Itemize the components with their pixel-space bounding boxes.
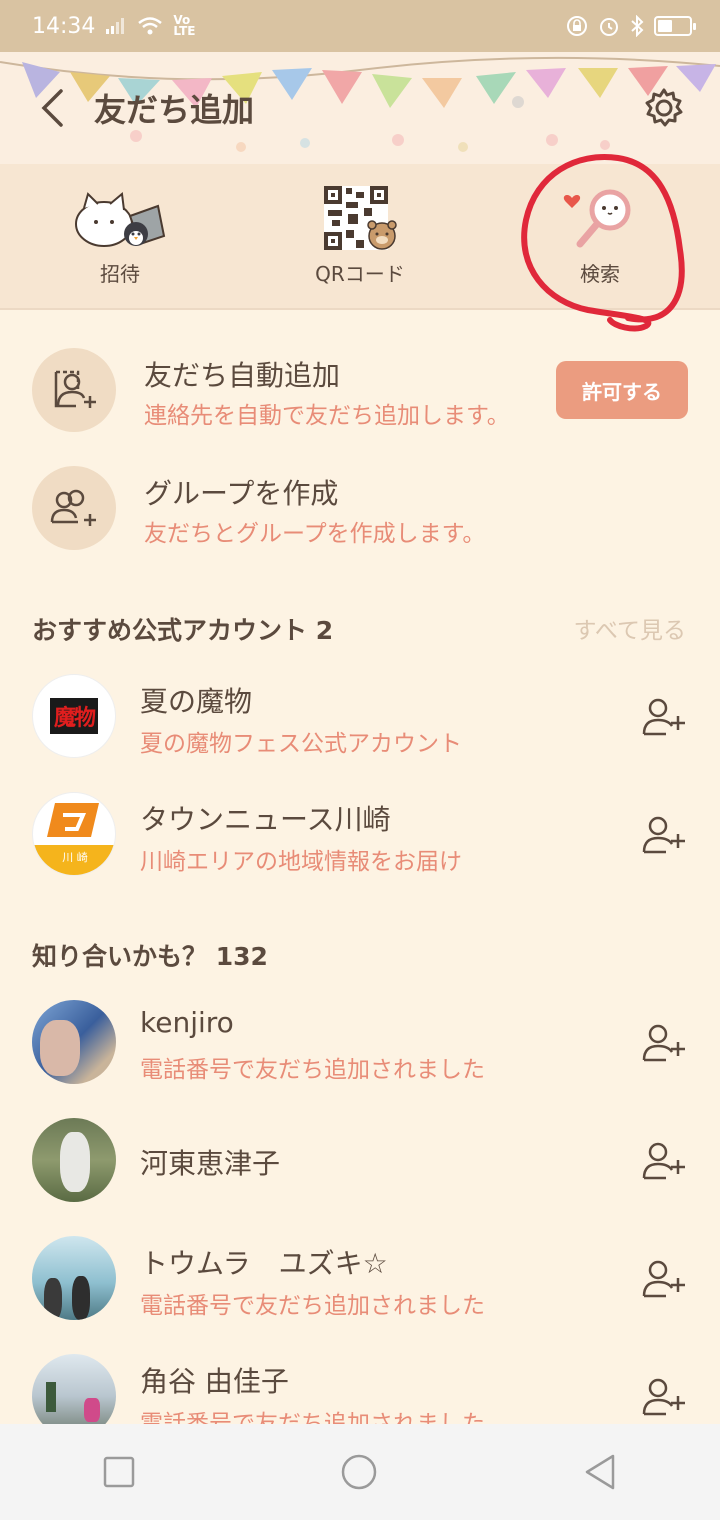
- account-logo: 魔物: [32, 674, 116, 758]
- settings-button[interactable]: [642, 86, 686, 130]
- lock-rotation-icon: [567, 16, 587, 36]
- search-option[interactable]: 検索: [480, 164, 720, 308]
- wifi-icon: [138, 17, 163, 35]
- volte-indicator: VoLTE: [173, 13, 196, 38]
- auto-add-desc: 連絡先を自動で友だち追加します。: [144, 403, 510, 429]
- account-name: 夏の魔物: [140, 685, 253, 718]
- status-time: 14:34: [32, 13, 96, 39]
- maybe-know-heading: 知り合いかも？ 132: [32, 942, 268, 971]
- logo-text: 川 崎: [62, 851, 88, 864]
- invite-characters-icon: [75, 192, 166, 247]
- search-label: 検索: [580, 262, 620, 286]
- list-item[interactable]: 河東恵津子: [0, 1116, 720, 1216]
- friend-name: kenjiro: [140, 1006, 234, 1039]
- create-group-row[interactable]: グループを作成 友だちとグループを作成します。: [0, 458, 720, 568]
- chevron-left-icon: [41, 89, 63, 127]
- list-item[interactable]: トウムラ ユズキ☆ 電話番号で友だち追加されました: [0, 1234, 720, 1334]
- qr-code-icon: [324, 186, 397, 250]
- add-friend-icon[interactable]: [640, 1140, 688, 1180]
- bluetooth-icon: [631, 15, 644, 37]
- auto-add-title: 友だち自動追加: [144, 359, 341, 392]
- add-method-options: 招待 QRコード 検索: [0, 164, 720, 310]
- auto-add-icon-wrap: [32, 348, 116, 432]
- allow-button[interactable]: 許可する: [556, 361, 688, 419]
- qr-code-option[interactable]: QRコード: [240, 164, 480, 308]
- alarm-icon: [600, 18, 618, 36]
- create-group-title: グループを作成: [144, 477, 339, 510]
- friend-name: トウムラ ユズキ☆: [140, 1247, 388, 1280]
- header: 友だち追加: [0, 52, 720, 164]
- friend-desc: 電話番号で友だち追加されました: [140, 1411, 485, 1424]
- home-button[interactable]: [340, 1453, 378, 1491]
- avatar: [32, 1354, 116, 1424]
- account-desc: 夏の魔物フェス公式アカウント: [140, 731, 462, 757]
- create-group-icon-wrap: [32, 466, 116, 550]
- invite-option[interactable]: 招待: [0, 164, 240, 308]
- account-logo: 川 崎: [32, 792, 116, 876]
- avatar: [32, 1000, 116, 1084]
- friend-name: 角谷 由佳子: [140, 1365, 289, 1398]
- list-item[interactable]: 魔物 夏の魔物 夏の魔物フェス公式アカウント: [0, 672, 720, 772]
- qr-code-label: QRコード: [315, 262, 405, 286]
- add-friend-icon[interactable]: [640, 814, 688, 854]
- gear-icon: [645, 88, 683, 127]
- auto-add-friend-icon: [54, 370, 96, 408]
- list-item[interactable]: kenjiro 電話番号で友だち追加されました: [0, 998, 720, 1098]
- back-button[interactable]: [30, 82, 74, 134]
- recents-button[interactable]: [103, 1456, 135, 1488]
- group-add-icon: [50, 489, 96, 526]
- see-all-link[interactable]: すべて見る: [574, 611, 686, 645]
- recommended-heading: おすすめ公式アカウント 2: [32, 616, 334, 645]
- account-desc: 川崎エリアの地域情報をお届け: [140, 849, 462, 875]
- status-bar: 14:34 VoLTE: [0, 0, 720, 52]
- add-friend-icon[interactable]: [640, 696, 688, 736]
- friend-desc: 電話番号で友だち追加されました: [140, 1057, 485, 1083]
- invite-label: 招待: [100, 262, 140, 286]
- list-item[interactable]: 川 崎 タウンニュース川崎 川崎エリアの地域情報をお届け: [0, 790, 720, 890]
- back-nav-button[interactable]: [583, 1453, 617, 1491]
- add-friend-icon[interactable]: [640, 1022, 688, 1062]
- avatar: [32, 1236, 116, 1320]
- avatar: [32, 1118, 116, 1202]
- search-magnifier-icon: [563, 189, 631, 248]
- add-friend-icon[interactable]: [640, 1258, 688, 1298]
- list-item[interactable]: 角谷 由佳子 電話番号で友だち追加されました: [0, 1352, 720, 1424]
- add-friend-icon[interactable]: [640, 1376, 688, 1416]
- battery-icon: [654, 16, 696, 36]
- page-title: 友だち追加: [94, 91, 255, 129]
- logo-text: 魔物: [49, 698, 98, 734]
- account-name: タウンニュース川崎: [140, 803, 391, 836]
- friend-desc: 電話番号で友だち追加されました: [140, 1293, 485, 1319]
- signal-icon: [106, 18, 125, 34]
- friend-name: 河東恵津子: [140, 1147, 281, 1180]
- create-group-desc: 友だちとグループを作成します。: [144, 521, 486, 547]
- system-nav-bar: [0, 1424, 720, 1520]
